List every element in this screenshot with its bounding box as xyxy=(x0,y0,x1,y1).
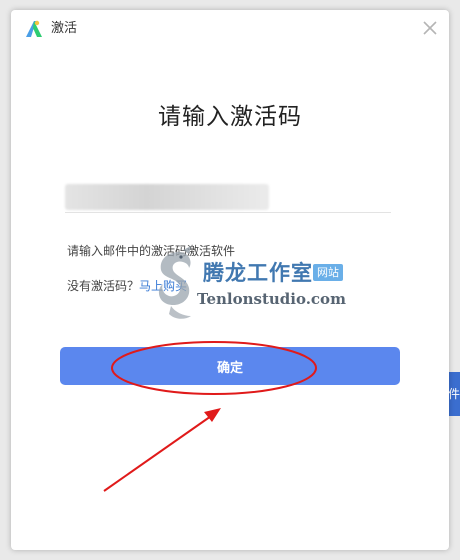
screenshot-stage: 件 激活 请输入激活码 请输入邮件中的激活码激活软件 没有激活码？马上购买 确定 xyxy=(0,0,460,560)
no-code-label: 没有激活码？ xyxy=(67,279,140,293)
watermark-name: 腾龙工作室 xyxy=(203,260,313,285)
watermark-domain: Tenlonstudio.com xyxy=(197,290,346,308)
side-tab-label: 件 xyxy=(448,387,460,401)
app-logo-icon xyxy=(26,20,42,37)
activation-code-input[interactable] xyxy=(65,183,391,213)
page-title: 请输入激活码 xyxy=(158,104,302,130)
activation-hint: 请输入邮件中的激活码激活软件 xyxy=(67,244,236,258)
window-title: 激活 xyxy=(51,21,78,36)
no-code-row: 没有激活码？马上购买 xyxy=(67,277,187,295)
activation-dialog: 激活 请输入激活码 请输入邮件中的激活码激活软件 没有激活码？马上购买 确定 腾… xyxy=(11,10,449,550)
close-icon[interactable] xyxy=(421,19,439,37)
buy-now-link[interactable]: 马上购买 xyxy=(139,279,187,293)
title-bar: 激活 xyxy=(11,10,449,48)
watermark-badge: 网站 xyxy=(313,264,343,281)
confirm-button[interactable]: 确定 xyxy=(60,347,400,385)
